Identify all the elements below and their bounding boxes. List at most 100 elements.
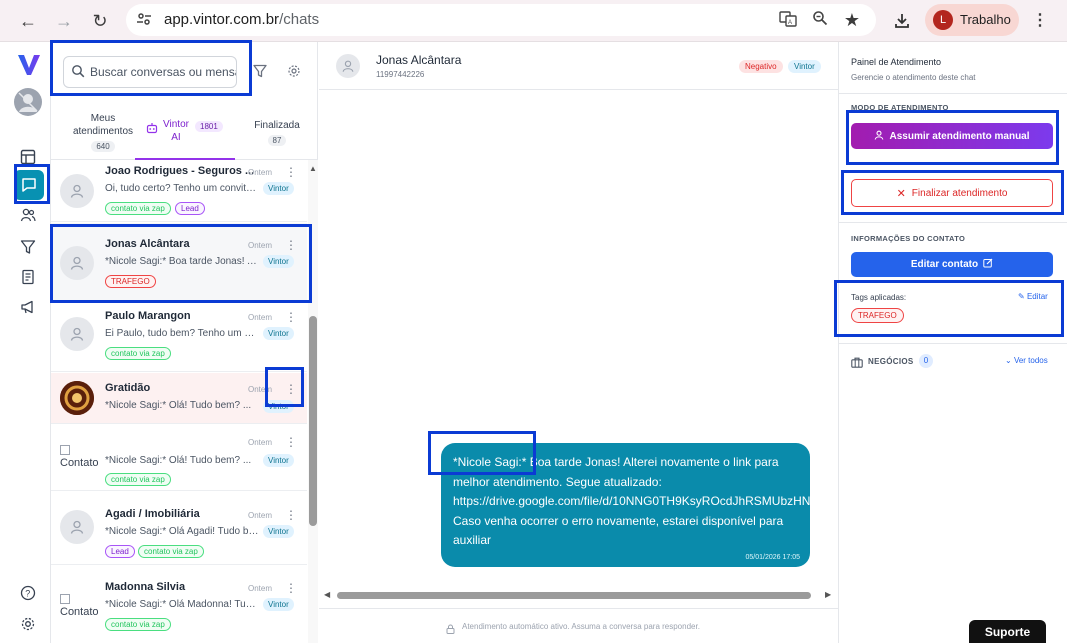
- filter-icon[interactable]: [253, 64, 267, 83]
- image-alt-text: Contato: [60, 606, 99, 618]
- reload-icon[interactable]: ↻: [88, 9, 112, 33]
- url-path: /chats: [279, 11, 320, 28]
- conversation-preview: *Nicole Sagi:* Olá Madonna! Tud...: [105, 599, 259, 610]
- dashboard-icon[interactable]: [17, 146, 39, 168]
- message-bubble: *Nicole Sagi:* Boa tarde Jonas! Alterei …: [441, 443, 810, 567]
- forward-icon[interactable]: →: [52, 9, 76, 33]
- tab-count: 87: [267, 135, 287, 146]
- conversation-preview: *Nicole Sagi:* Boa tarde Jonas! Al...: [105, 256, 259, 267]
- conversation-time: Ontem: [248, 313, 273, 322]
- chat-icon[interactable]: [14, 170, 44, 200]
- agent-badge: Vintor: [263, 327, 294, 340]
- browser-toolbar: ← → ↻ app.vintor.com.br/chats A ★ L Trab…: [0, 0, 1067, 42]
- translate-icon[interactable]: A: [778, 10, 798, 30]
- tab-finished[interactable]: Finalizada 87: [239, 102, 315, 160]
- download-icon[interactable]: [890, 9, 914, 33]
- nav-rail: ?: [8, 42, 50, 643]
- svg-text:A: A: [788, 20, 792, 26]
- conversation-item[interactable]: Gratidão Ontem ⋮ *Nicole Sagi:* Olá! Tud…: [51, 373, 307, 424]
- conversation-menu-icon[interactable]: ⋮: [285, 239, 297, 251]
- agent-badge: Vintor: [263, 255, 294, 268]
- edit-contact-button[interactable]: Editar contato: [851, 252, 1053, 277]
- url-text: app.vintor.com.br/chats: [164, 11, 319, 28]
- chat-horizontal-scrollbar[interactable]: ◀ ▶: [319, 588, 838, 602]
- funnel-filter-icon[interactable]: [17, 236, 39, 258]
- conversation-item[interactable]: Paulo Marangon Ontem ⋮ Ei Paulo, tudo be…: [51, 304, 307, 372]
- close-icon: ✕: [896, 187, 906, 200]
- conversation-menu-icon[interactable]: ⋮: [285, 166, 297, 178]
- settings-icon[interactable]: [17, 613, 39, 635]
- tag-chip: contato via zap: [105, 473, 171, 486]
- back-icon[interactable]: ←: [16, 9, 40, 33]
- scroll-right-arrow-icon[interactable]: ▶: [825, 590, 831, 599]
- divider: [839, 343, 1067, 344]
- conversation-menu-icon[interactable]: ⋮: [285, 582, 297, 594]
- tags-edit-link[interactable]: ✎ Editar: [1018, 292, 1048, 301]
- chevron-down-icon: ⌄: [1005, 356, 1012, 365]
- conversation-preview: Ei Paulo, tudo bem? Tenho um co...: [105, 328, 259, 339]
- zoom-icon[interactable]: [810, 10, 830, 30]
- tab-vintor-ai[interactable]: Vintor AI 1801: [135, 102, 235, 160]
- bookmark-star-icon[interactable]: ★: [842, 10, 862, 30]
- megaphone-icon[interactable]: [17, 296, 39, 318]
- agent-badge: Vintor: [263, 454, 294, 467]
- contact-avatar: [60, 317, 94, 351]
- conversation-menu-icon[interactable]: ⋮: [285, 383, 297, 395]
- finish-attendance-button[interactable]: ✕ Finalizar atendimento: [851, 179, 1053, 207]
- tag-chip: Lead: [175, 202, 205, 215]
- browser-menu-icon[interactable]: ⋮: [1028, 9, 1052, 33]
- document-icon[interactable]: [17, 266, 39, 288]
- panel-title: Painel de Atendimento: [851, 57, 942, 67]
- help-icon[interactable]: ?: [17, 582, 39, 604]
- conversation-item[interactable]: Joao Rodrigues - Seguros ... Ontem ⋮ Oi,…: [51, 161, 307, 222]
- list-scrollbar-thumb[interactable]: [309, 316, 317, 526]
- conversation-name: Agadi / Imobiliária: [105, 508, 200, 520]
- panel-subtitle: Gerencie o atendimento deste chat: [851, 73, 976, 82]
- edit-contact-label: Editar contato: [910, 259, 979, 270]
- conversation-time: Ontem: [248, 168, 273, 177]
- broken-image-icon: [60, 594, 70, 604]
- conversation-item[interactable]: Contato Madonna Silvia Ontem ⋮ *Nicole S…: [51, 566, 307, 643]
- conversation-item[interactable]: Contato Ontem ⋮ *Nicole Sagi:* Olá! Tudo…: [51, 425, 307, 491]
- agent-badge: Vintor: [263, 182, 294, 195]
- conversation-menu-icon[interactable]: ⋮: [285, 509, 297, 521]
- site-settings-icon[interactable]: [136, 11, 152, 32]
- assume-manual-button[interactable]: Assumir atendimento manual: [851, 123, 1053, 149]
- address-bar[interactable]: app.vintor.com.br/chats A ★: [126, 4, 876, 36]
- conversation-menu-icon[interactable]: ⋮: [285, 436, 297, 448]
- sentiment-badge: Negativo: [739, 60, 783, 73]
- support-button[interactable]: Suporte: [969, 620, 1046, 643]
- contacts-icon[interactable]: [17, 204, 39, 226]
- user-avatar[interactable]: [14, 88, 42, 116]
- edit-icon: [983, 258, 993, 271]
- conversation-item[interactable]: Agadi / Imobiliária Ontem ⋮ *Nicole Sagi…: [51, 492, 307, 565]
- list-settings-icon[interactable]: [287, 64, 301, 83]
- profile-chip[interactable]: L Trabalho: [925, 4, 1019, 36]
- scroll-up-arrow-icon[interactable]: ▲: [309, 164, 317, 173]
- conversation-item[interactable]: Jonas Alcântara Ontem ⋮ *Nicole Sagi:* B…: [51, 223, 307, 303]
- contact-photo: [60, 381, 94, 415]
- search-input[interactable]: [90, 57, 236, 87]
- conversation-name: Gratidão: [105, 382, 151, 394]
- conversation-time: Ontem: [248, 438, 273, 447]
- agent-badge: Vintor: [263, 525, 294, 538]
- scroll-left-arrow-icon[interactable]: ◀: [324, 590, 330, 599]
- vintor-logo-icon[interactable]: [17, 54, 41, 81]
- section-heading-mode: MODO DE ATENDIMENTO: [851, 103, 949, 112]
- broken-image-icon: [60, 445, 70, 455]
- tag-chip: TRAFEGO: [105, 275, 156, 288]
- conversation-menu-icon[interactable]: ⋮: [285, 311, 297, 323]
- chat-scrollbar-thumb[interactable]: [337, 592, 811, 599]
- lock-icon: [446, 621, 455, 639]
- broken-image-avatar: Contato: [60, 594, 100, 618]
- profile-avatar: L: [933, 10, 953, 30]
- image-alt-text: Contato: [60, 457, 99, 469]
- business-label: NEGÓCIOS: [868, 357, 914, 366]
- conversation-name: Joao Rodrigues - Seguros ...: [105, 165, 255, 177]
- search-field[interactable]: [63, 56, 237, 88]
- assume-manual-label: Assumir atendimento manual: [889, 130, 1030, 142]
- conversation-preview: Oi, tudo certo? Tenho um convite...: [105, 183, 259, 194]
- search-icon: [71, 64, 85, 83]
- conversation-preview: *Nicole Sagi:* Olá Agadi! Tudo be...: [105, 526, 259, 537]
- see-all-link[interactable]: ⌄ Ver todos: [1005, 356, 1048, 365]
